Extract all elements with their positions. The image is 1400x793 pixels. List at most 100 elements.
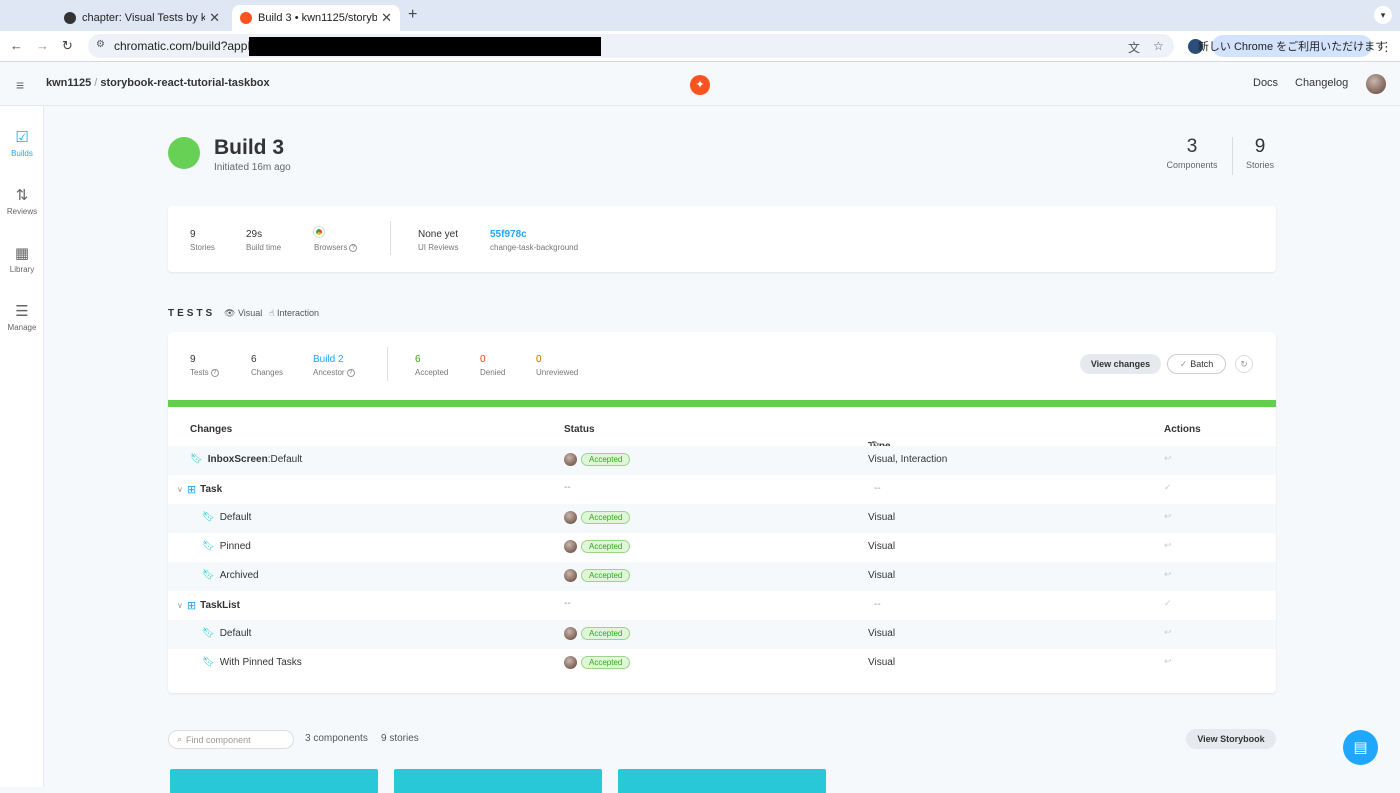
chevron-down-icon[interactable]: ∨	[177, 485, 183, 494]
help-icon[interactable]: ?	[349, 243, 358, 252]
undo-icon[interactable]: ↩	[1164, 453, 1172, 464]
status-empty: --	[564, 482, 571, 493]
browser-tab-strip: chapter: Visual Tests by kwn1 ✕ Build 3 …	[0, 0, 1400, 31]
more-menu-icon[interactable]: ⋮	[1380, 39, 1393, 55]
test-type: Visual	[868, 512, 896, 523]
find-component-input[interactable]: ⌕ Find component	[168, 730, 294, 749]
story-name[interactable]: With Pinned Tasks	[220, 657, 302, 668]
story-name[interactable]: Default	[220, 512, 252, 523]
component-thumbnail[interactable]	[394, 769, 602, 793]
component-icon: ⊞	[186, 484, 197, 496]
reviews-icon: ⇅	[15, 187, 29, 204]
check-icon[interactable]: ✓	[1164, 598, 1172, 609]
table-row[interactable]: 🔖︎ Pinned Accepted Visual ↩	[168, 533, 1276, 562]
chevron-down-icon[interactable]: ∨	[177, 601, 183, 610]
components-label: Components	[1166, 160, 1218, 170]
table-row[interactable]: 🔖︎ Default Accepted Visual ↩	[168, 504, 1276, 533]
batch-button[interactable]: ✓ Batch	[1167, 354, 1226, 374]
table-row[interactable]: ∨ ⊞ TaskList -- -- ✓	[168, 591, 1276, 620]
story-name[interactable]: Pinned	[220, 541, 251, 552]
test-type: Visual, Interaction	[868, 454, 948, 465]
table-row[interactable]: 🔖︎ InboxScreen:Default Accepted Visual, I…	[168, 446, 1276, 475]
menu-icon[interactable]: ≡	[16, 77, 24, 93]
library-icon: ▦	[14, 245, 30, 262]
tab-label: chapter: Visual Tests by kwn1	[82, 12, 206, 24]
table-row[interactable]: 🔖︎ With Pinned Tasks Accepted Visual ↩	[168, 649, 1276, 678]
chat-icon[interactable]: ▤	[1343, 730, 1378, 765]
help-icon[interactable]: ?	[210, 368, 219, 377]
undo-icon[interactable]: ↩	[1164, 656, 1172, 667]
filter-interaction[interactable]: ☝ Interaction	[269, 308, 319, 319]
translate-icon[interactable]: 文	[1128, 39, 1140, 56]
view-storybook-button[interactable]: View Storybook	[1186, 729, 1276, 749]
chevron-down-icon[interactable]: ▾	[1374, 6, 1392, 24]
sidebar-item-label: Reviews	[6, 207, 38, 216]
divider	[1232, 137, 1233, 175]
docs-link[interactable]: Docs	[1253, 77, 1278, 89]
test-type: Visual	[868, 657, 896, 668]
chromatic-logo-icon[interactable]: ✦	[690, 75, 710, 95]
reload-icon[interactable]: ↻	[62, 38, 73, 54]
browser-toolbar: ← → ↻ ⚙ chromatic.com/build?appId= 文 ☆ 新…	[0, 31, 1400, 62]
site-info-icon[interactable]: ⚙	[96, 39, 105, 50]
summary-stories-label: Stories	[190, 243, 215, 252]
search-icon: ⌕	[177, 734, 183, 744]
sidebar-item-builds[interactable]: ☑ Builds	[0, 128, 44, 158]
breadcrumb-owner[interactable]: kwn1125	[46, 77, 91, 89]
status-badge: Accepted	[581, 627, 631, 640]
avatar	[564, 569, 577, 582]
undo-icon[interactable]: ↩	[1164, 540, 1172, 551]
component-thumbnail[interactable]	[170, 769, 378, 793]
unreviewed-count: 0 Unreviewed	[536, 354, 578, 377]
table-row[interactable]: ∨ ⊞ Task -- -- ✓	[168, 475, 1276, 504]
builds-icon: ☑	[15, 129, 29, 146]
accepted-label: Accepted	[415, 368, 449, 377]
tab-label: Build 3 • kwn1125/storybook-	[258, 12, 378, 24]
breadcrumb-repo[interactable]: storybook-react-tutorial-taskbox	[100, 77, 269, 89]
component-thumbnail[interactable]	[618, 769, 826, 793]
update-chrome-button[interactable]: 新しい Chrome をご利用いただけます	[1198, 35, 1386, 57]
divider	[387, 347, 388, 381]
check-icon[interactable]: ✓	[1164, 482, 1172, 493]
ui-reviews-value: None yet	[418, 229, 459, 240]
browser-tab-active[interactable]: Build 3 • kwn1125/storybook- ✕	[232, 5, 400, 31]
summary-commit[interactable]: 55f978c change-task-background	[490, 229, 578, 252]
undo-icon[interactable]: ↩	[1164, 511, 1172, 522]
help-icon[interactable]: ?	[346, 368, 355, 377]
browser-tab[interactable]: chapter: Visual Tests by kwn1 ✕	[56, 5, 228, 31]
filter-visual[interactable]: 👁 Visual	[224, 308, 262, 319]
denied-label: Denied	[480, 368, 506, 377]
bookmark-star-icon[interactable]: ☆	[1153, 39, 1164, 53]
page-title: Build 3	[214, 136, 285, 159]
forward-icon[interactable]: →	[36, 38, 49, 53]
back-icon[interactable]: ←	[10, 38, 23, 53]
table-row[interactable]: 🔖︎ Archived Accepted Visual ↩	[168, 562, 1276, 591]
undo-icon[interactable]: ↩	[1164, 569, 1172, 580]
refresh-icon[interactable]: ↻	[1235, 355, 1253, 373]
undo-icon[interactable]: ↩	[1164, 627, 1172, 638]
component-icon: ⊞	[186, 600, 197, 612]
view-changes-button[interactable]: View changes	[1080, 354, 1161, 374]
close-icon[interactable]: ✕	[209, 10, 220, 26]
status-empty: --	[564, 598, 571, 609]
story-name[interactable]: Archived	[220, 570, 259, 581]
ancestor-build[interactable]: Build 2 Ancestor?	[313, 354, 355, 377]
sidebar-item-manage[interactable]: ☰ Manage	[0, 302, 44, 332]
story-name[interactable]: InboxScreen	[208, 454, 268, 465]
commit-link[interactable]: 55f978c	[490, 229, 527, 240]
changelog-link[interactable]: Changelog	[1295, 77, 1348, 89]
story-name[interactable]: Default	[220, 628, 252, 639]
close-icon[interactable]: ✕	[381, 10, 392, 26]
sidebar-item-library[interactable]: ▦ Library	[0, 244, 44, 274]
component-name[interactable]: Task	[200, 484, 222, 495]
component-name[interactable]: TaskList	[200, 600, 240, 611]
avatar[interactable]	[1366, 74, 1386, 94]
avatar	[564, 656, 577, 669]
ancestor-link[interactable]: Build 2	[313, 354, 344, 365]
summary-browsers[interactable]: Browsers?	[314, 227, 358, 252]
new-tab-icon[interactable]: +	[408, 6, 417, 24]
table-row[interactable]: 🔖︎ Default Accepted Visual ↩	[168, 620, 1276, 649]
status-badge: Accepted	[581, 569, 631, 582]
sidebar-item-reviews[interactable]: ⇅ Reviews	[0, 186, 44, 216]
tests-label: Tests	[190, 368, 209, 377]
